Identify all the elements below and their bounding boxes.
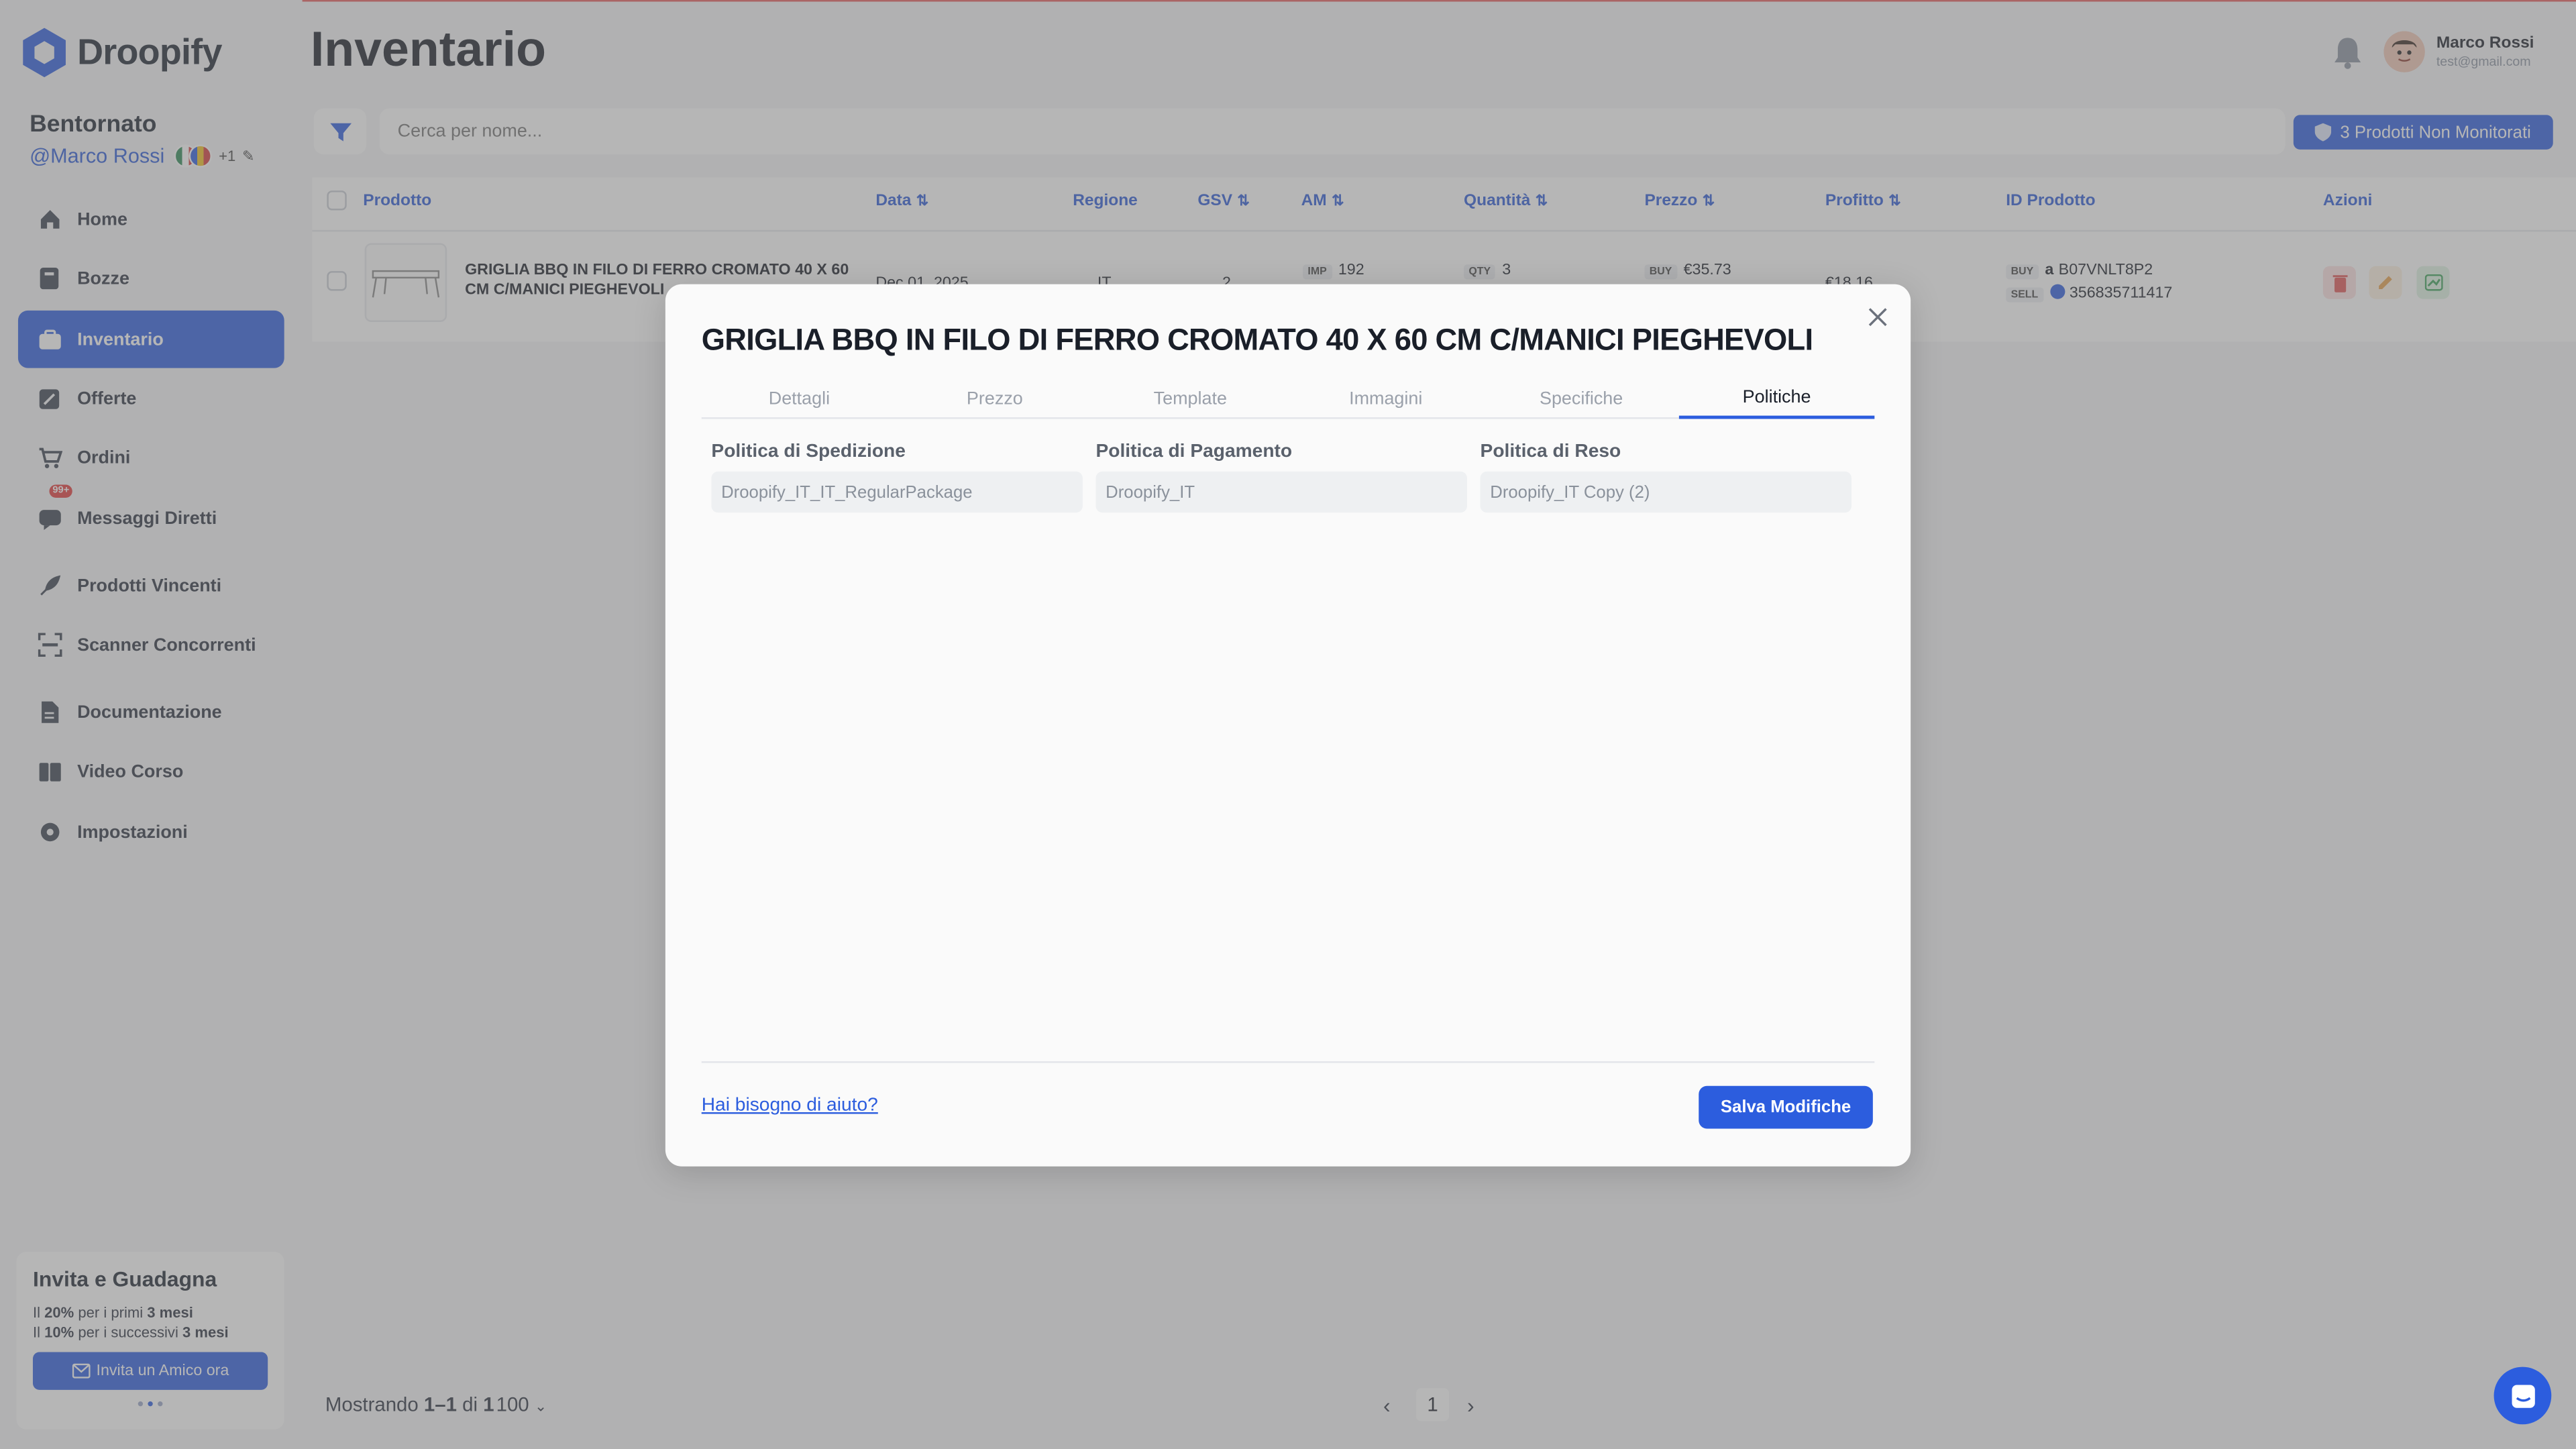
shipping-policy-label: Politica di Spedizione bbox=[711, 441, 906, 462]
modal-title: GRIGLIA BBQ IN FILO DI FERRO CROMATO 40 … bbox=[701, 322, 1813, 357]
close-icon[interactable] bbox=[1865, 304, 1891, 330]
tab-specifiche[interactable]: Specifiche bbox=[1483, 380, 1678, 419]
tab-immagini[interactable]: Immagini bbox=[1288, 380, 1483, 419]
tab-dettagli[interactable]: Dettagli bbox=[702, 380, 897, 419]
modal-tabs: Dettagli Prezzo Template Immagini Specif… bbox=[701, 380, 1875, 419]
return-policy-field[interactable]: Droopify_IT Copy (2) bbox=[1480, 471, 1852, 513]
tab-prezzo[interactable]: Prezzo bbox=[897, 380, 1092, 419]
support-chat-button[interactable] bbox=[2493, 1366, 2552, 1425]
payment-policy-field[interactable]: Droopify_IT bbox=[1095, 471, 1467, 513]
help-link[interactable]: Hai bisogno di aiuto? bbox=[702, 1095, 878, 1115]
edit-product-modal: GRIGLIA BBQ IN FILO DI FERRO CROMATO 40 … bbox=[665, 284, 1911, 1167]
save-changes-button[interactable]: Salva Modifiche bbox=[1699, 1085, 1873, 1129]
tab-politiche[interactable]: Politiche bbox=[1678, 380, 1875, 419]
chat-icon bbox=[2511, 1384, 2534, 1407]
modal-footer-divider bbox=[701, 1061, 1875, 1063]
return-policy-label: Politica di Reso bbox=[1480, 441, 1621, 462]
tab-template[interactable]: Template bbox=[1093, 380, 1288, 419]
shipping-policy-field[interactable]: Droopify_IT_IT_RegularPackage bbox=[711, 471, 1083, 513]
payment-policy-label: Politica di Pagamento bbox=[1095, 441, 1293, 462]
